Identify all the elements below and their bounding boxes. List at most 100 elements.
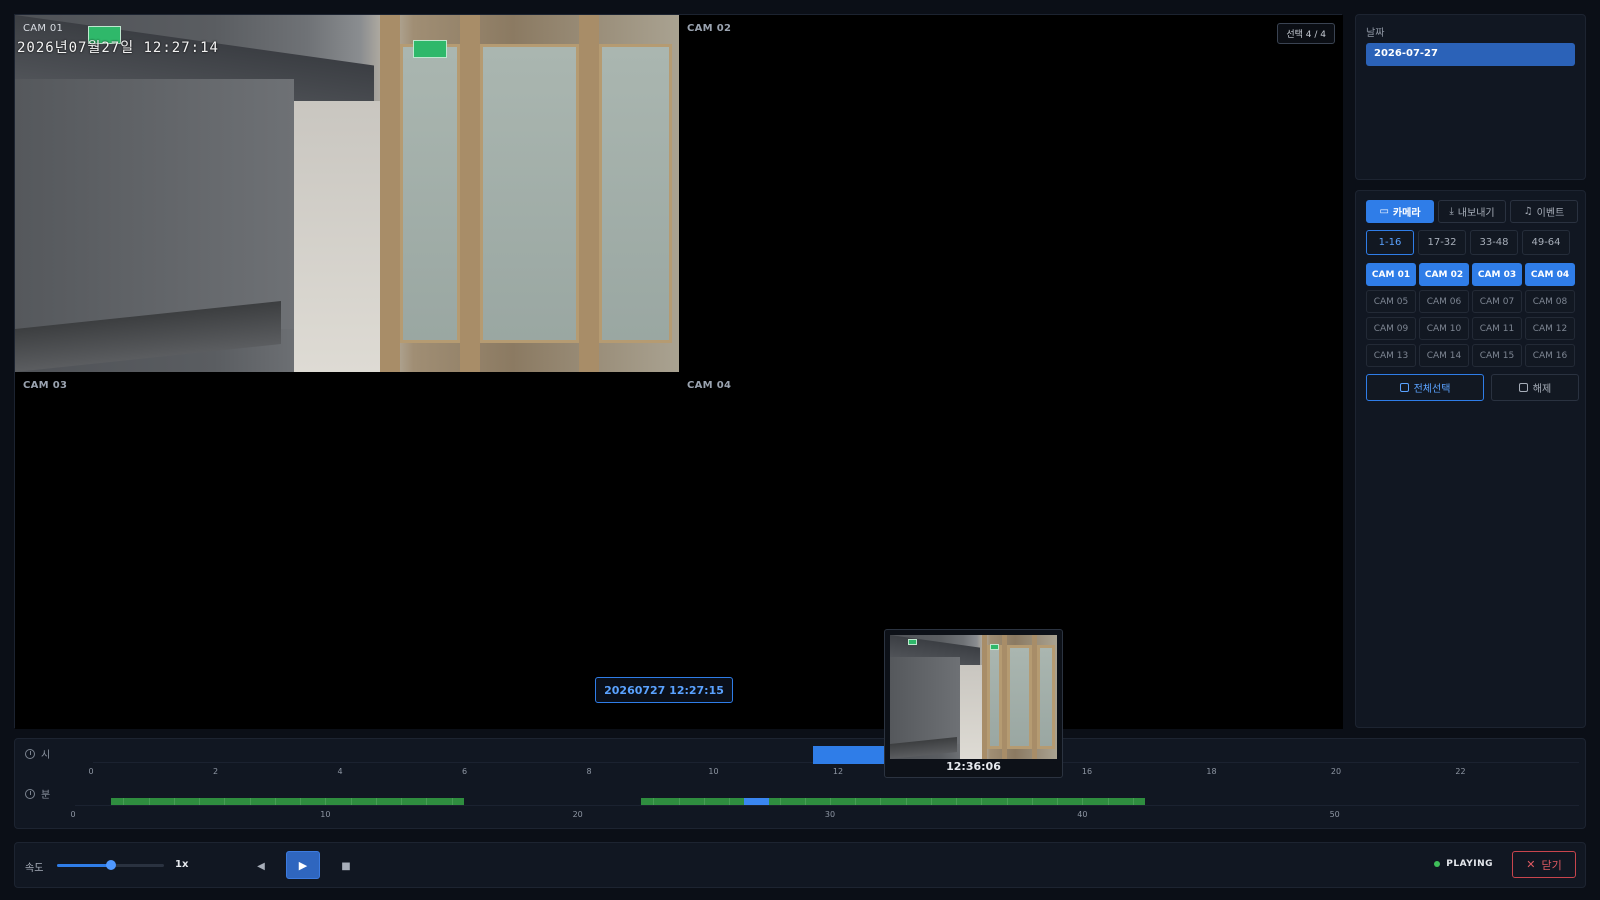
clock-icon	[25, 788, 35, 799]
minute-separator	[653, 798, 655, 805]
range-33-48[interactable]: 33-48	[1470, 230, 1518, 255]
speed-slider-handle[interactable]	[105, 860, 116, 870]
minute-tick-label: 40	[1077, 810, 1088, 819]
camera-toggle-button[interactable]: CAM 16	[1525, 344, 1575, 367]
minute-separator	[249, 798, 251, 805]
minute-separator	[779, 798, 781, 805]
minute-separator	[855, 798, 857, 805]
minute-separator	[1031, 798, 1033, 805]
minute-separator	[1082, 798, 1084, 805]
minute-separator	[830, 798, 831, 805]
select-all-button[interactable]: 전체선택	[1366, 374, 1484, 401]
speed-slider-fill	[57, 864, 111, 867]
stop-icon[interactable]: ■	[336, 856, 356, 876]
minute-separator	[426, 798, 428, 805]
deselect-button[interactable]: 해제	[1491, 374, 1579, 401]
cam-01-label: CAM 01	[23, 23, 64, 34]
speed-value: 1x	[175, 859, 189, 870]
range-1-16[interactable]: 1-16	[1366, 230, 1414, 255]
camera-button-grid: CAM 01 CAM 02 CAM 03 CAM 04 CAM 05 CAM 06 CAM …	[1366, 263, 1575, 367]
camera-toggle-button[interactable]: CAM 07	[1472, 290, 1522, 313]
minute-separator	[930, 798, 932, 805]
hour-label: 시	[41, 750, 51, 761]
hour-tick-label: 10	[708, 767, 719, 776]
camera-toggle-button[interactable]: CAM 02	[1419, 263, 1469, 286]
checkbox-checked-icon	[1399, 383, 1409, 392]
minute-separator	[1132, 798, 1134, 805]
cam-02-view[interactable]: CAM 02 선택 4 / 4	[679, 15, 1343, 372]
minute-tick-label: 20	[572, 810, 583, 819]
range-17-32[interactable]: 17-32	[1418, 230, 1466, 255]
hour-tick-label: 18	[1206, 767, 1217, 776]
camera-toggle-button[interactable]: CAM 05	[1366, 290, 1416, 313]
tab-events[interactable]: ♫ 이벤트	[1510, 200, 1578, 223]
close-button[interactable]: ✕ 닫기	[1512, 851, 1576, 878]
minute-separator	[148, 798, 150, 805]
minute-recording-segment[interactable]	[110, 798, 465, 805]
close-label: 닫기	[1541, 858, 1562, 872]
camera-toggle-button[interactable]: CAM 12	[1525, 317, 1575, 340]
camera-toggle-button[interactable]: CAM 14	[1419, 344, 1469, 367]
camera-toggle-button[interactable]: CAM 06	[1419, 290, 1469, 313]
hour-row-label: 시	[25, 746, 50, 761]
camera-toggle-button[interactable]: CAM 15	[1472, 344, 1522, 367]
minute-recording-segment[interactable]	[640, 798, 1146, 805]
hour-tick-label: 22	[1455, 767, 1466, 776]
camera-range-selector: 1-16 17-32 33-48 49-64	[1366, 230, 1570, 255]
timeline-preview-thumbnail: 12:36:06	[884, 629, 1063, 778]
camera-toggle-button[interactable]: CAM 13	[1366, 344, 1416, 367]
range-49-64[interactable]: 49-64	[1522, 230, 1570, 255]
date-picker[interactable]: 2026-07-27	[1366, 43, 1575, 66]
minute-label: 분	[41, 790, 51, 801]
hour-tick-label: 2	[212, 767, 219, 776]
camera-toggle-button[interactable]: CAM 04	[1525, 263, 1575, 286]
cam-02-label: CAM 02	[687, 23, 732, 34]
checkbox-empty-icon	[1518, 383, 1528, 392]
hour-tick-label: 12	[832, 767, 844, 776]
tab-export[interactable]: ⤓ 내보내기	[1438, 200, 1506, 223]
minute-tick-label: 0	[70, 810, 76, 819]
minute-separator	[325, 798, 327, 805]
cam-01-view[interactable]: CAM 01 2026년07월27일 12:27:14	[15, 15, 679, 372]
play-button[interactable]: ▶	[286, 851, 320, 879]
status-text: PLAYING	[1446, 859, 1493, 869]
camera-toggle-button[interactable]: CAM 09	[1366, 317, 1416, 340]
speed-slider[interactable]	[57, 860, 164, 870]
minute-separator	[804, 798, 806, 805]
camera-toggle-button[interactable]: CAM 08	[1525, 290, 1575, 313]
clock-icon	[25, 748, 35, 759]
minute-separator	[173, 798, 175, 805]
minute-separator	[451, 798, 453, 805]
hour-tick-label: 4	[337, 767, 343, 776]
minute-tick-label: 10	[320, 810, 331, 819]
minute-separator	[224, 798, 226, 805]
minute-separator	[350, 798, 352, 805]
cam-04-label: CAM 04	[687, 380, 732, 391]
camera-toggle-button[interactable]: CAM 10	[1419, 317, 1469, 340]
minute-tick-label: 30	[824, 810, 836, 819]
bell-icon: ♫	[1523, 206, 1533, 217]
download-icon: ⤓	[1449, 206, 1454, 217]
camera-toggle-button[interactable]: CAM 01	[1366, 263, 1416, 286]
tab-events-label: 이벤트	[1536, 208, 1565, 219]
cam-01-osd-timestamp: 2026년07월27일 12:27:14	[17, 40, 219, 56]
tab-camera[interactable]: ▭ 카메라	[1366, 200, 1434, 223]
minute-separator	[274, 798, 276, 805]
hour-tick-label: 8	[586, 767, 592, 776]
minute-track[interactable]	[75, 805, 1579, 806]
camera-toggle-button[interactable]: CAM 11	[1472, 317, 1522, 340]
minute-separator	[880, 798, 882, 805]
minute-tick-label: 50	[1329, 810, 1340, 819]
hour-tick-label: 6	[461, 767, 468, 776]
step-back-icon[interactable]: ◀	[251, 856, 271, 876]
tab-export-label: 내보내기	[1457, 208, 1495, 219]
minute-current-position[interactable]	[744, 798, 770, 805]
camera-toggle-button[interactable]: CAM 03	[1472, 263, 1522, 286]
preview-time: 12:36:06	[946, 760, 1001, 773]
selection-count-badge: 선택 4 / 4	[1277, 23, 1335, 44]
minute-separator	[1006, 798, 1008, 805]
minute-separator	[123, 798, 125, 805]
playback-status: PLAYING	[1434, 859, 1493, 869]
cam-03-view[interactable]: CAM 03	[15, 372, 679, 729]
date-label: 날짜	[1366, 28, 1385, 39]
